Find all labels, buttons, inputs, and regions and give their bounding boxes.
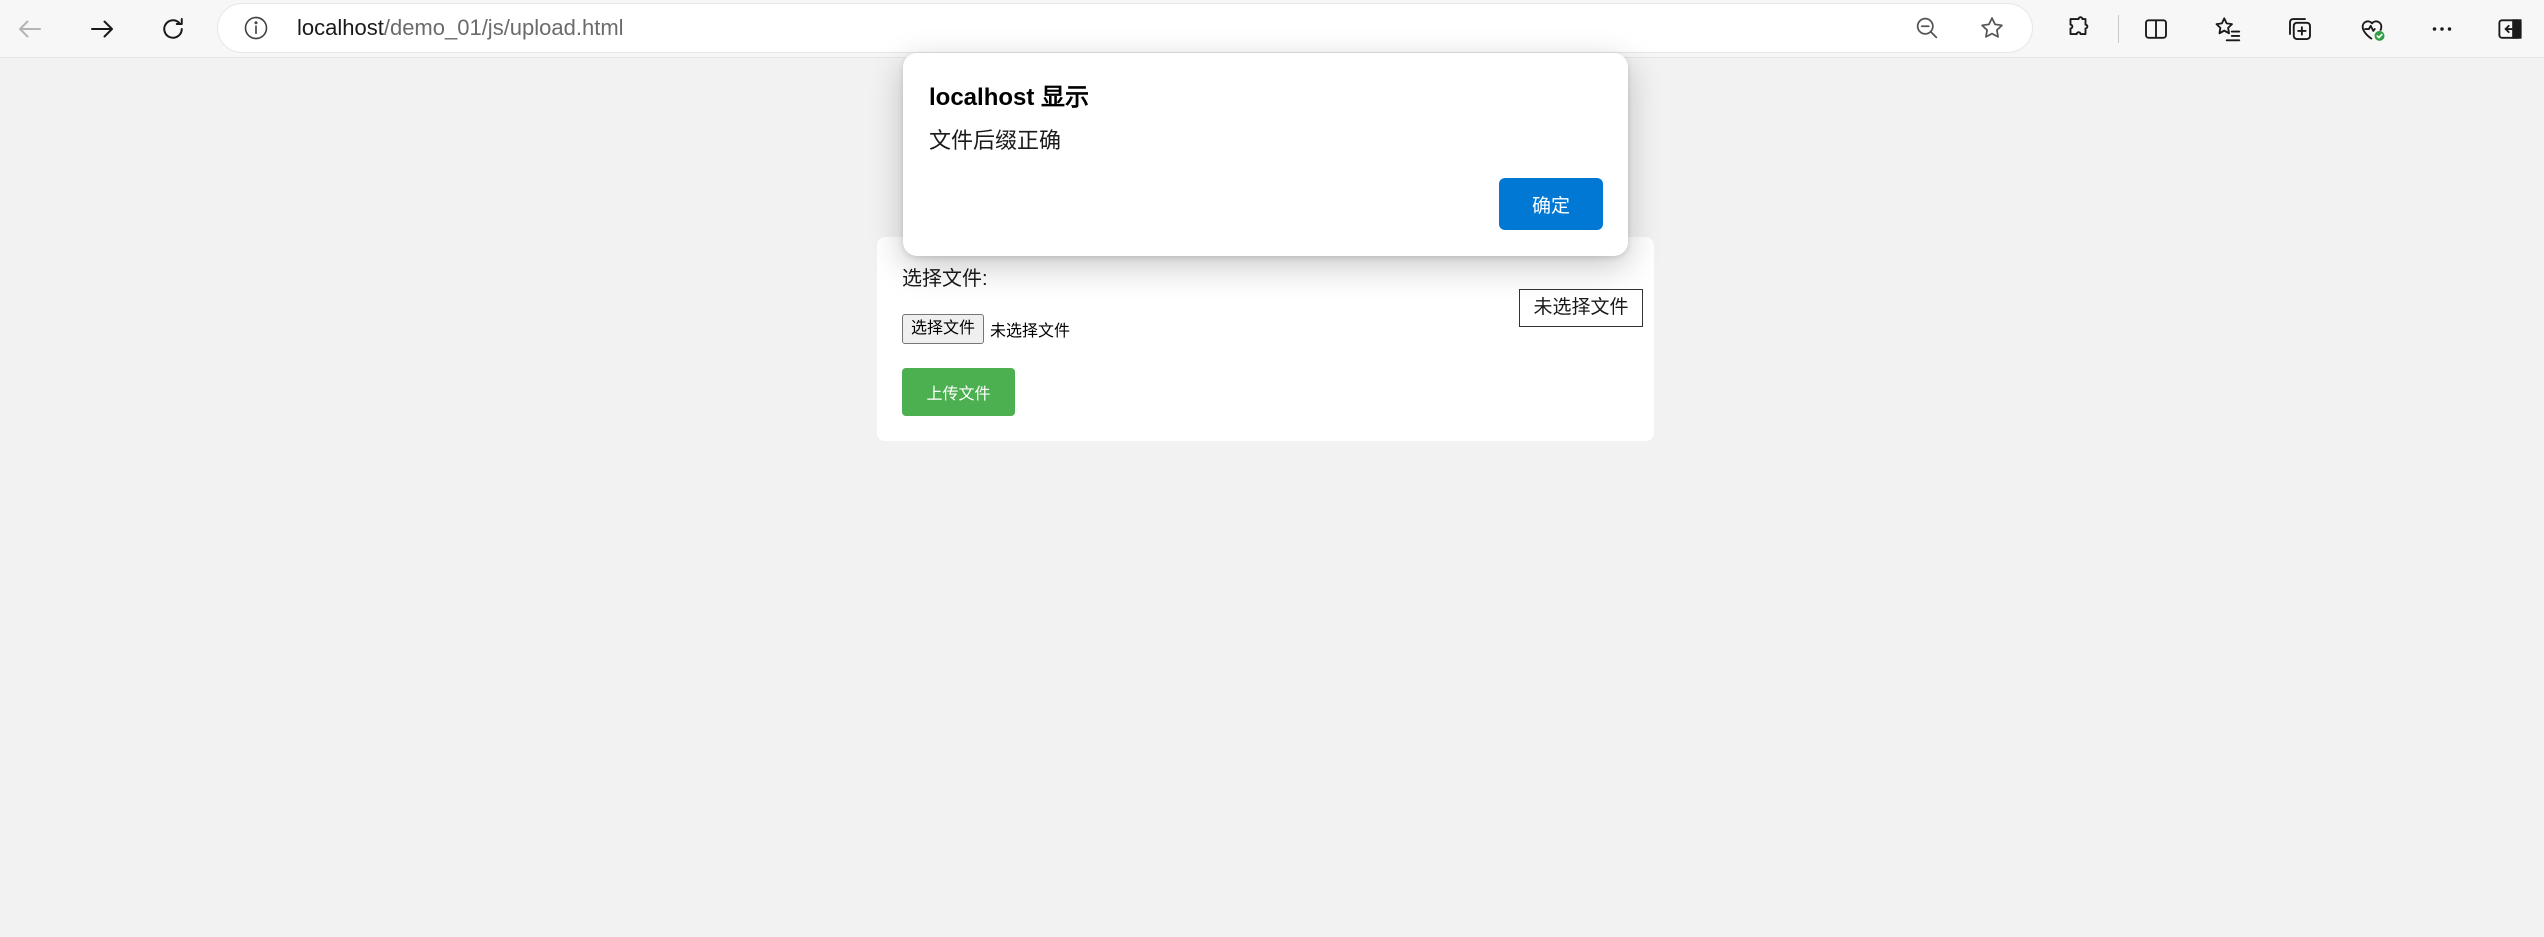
sidebar-toggle-button[interactable] — [2488, 7, 2532, 51]
alert-dialog: localhost 显示 文件后缀正确 确定 — [903, 53, 1628, 256]
refresh-button[interactable] — [151, 7, 195, 51]
toolbar-divider — [2118, 15, 2119, 43]
file-input[interactable]: 选择文件 未选择文件 — [902, 313, 1070, 345]
collections-button[interactable] — [2278, 7, 2322, 51]
browser-toolbar: localhost/demo_01/js/upload.html — [0, 0, 2544, 58]
dialog-title: localhost 显示 — [929, 84, 1090, 111]
zoom-out-icon[interactable] — [1913, 14, 1941, 42]
dialog-ok-button[interactable]: 确定 — [1499, 178, 1603, 230]
url-text[interactable]: localhost/demo_01/js/upload.html — [297, 4, 624, 52]
split-screen-button[interactable] — [2134, 7, 2178, 51]
dialog-message: 文件后缀正确 — [929, 128, 1062, 153]
forward-button[interactable] — [80, 7, 124, 51]
back-button[interactable] — [8, 7, 52, 51]
sidebar-toggle-icon — [2498, 19, 2522, 39]
upload-form-card: 选择文件: 未选择文件 选择文件 未选择文件 上传文件 — [877, 237, 1654, 441]
refresh-icon — [163, 18, 183, 39]
browser-essentials-button[interactable] — [2350, 7, 2394, 51]
info-icon[interactable] — [242, 14, 270, 42]
favorites-button[interactable] — [2206, 7, 2250, 51]
more-icon — [2432, 27, 2452, 31]
no-file-selected-text: 未选择文件 — [990, 323, 1071, 340]
split-screen-icon — [2145, 19, 2167, 39]
favorites-icon — [2215, 17, 2241, 42]
favorite-star-icon[interactable] — [1978, 14, 2006, 42]
file-status-box: 未选择文件 — [1519, 289, 1643, 327]
more-button[interactable] — [2420, 7, 2464, 51]
url-path: /demo_01/js/upload.html — [383, 15, 624, 40]
extensions-icon — [2069, 16, 2089, 35]
address-bar[interactable]: localhost/demo_01/js/upload.html — [218, 4, 2032, 52]
back-icon — [19, 20, 41, 38]
url-host: localhost — [297, 15, 384, 40]
extensions-button[interactable] — [2056, 7, 2100, 51]
browser-essentials-icon — [2361, 20, 2385, 41]
upload-button[interactable]: 上传文件 — [902, 368, 1015, 416]
choose-file-button[interactable]: 选择文件 — [902, 314, 985, 344]
forward-icon — [91, 20, 113, 38]
choose-file-label: 选择文件: — [902, 268, 988, 290]
collections-icon — [2289, 18, 2311, 40]
